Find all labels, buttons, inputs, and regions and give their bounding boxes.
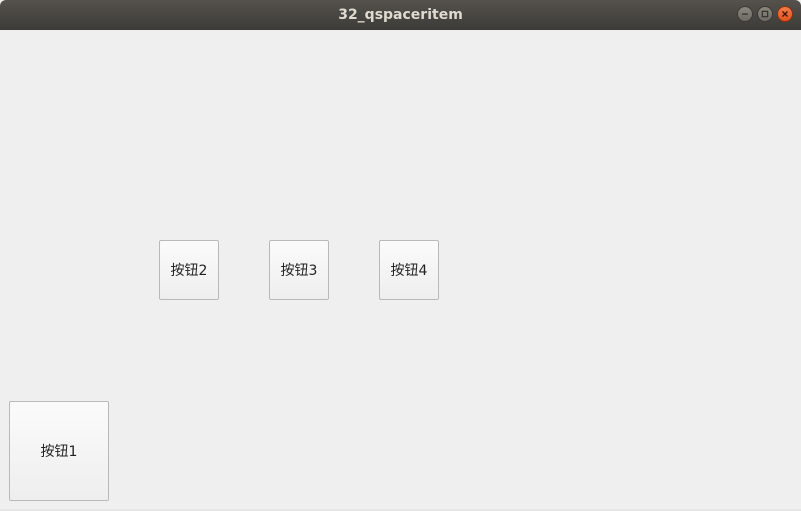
button-3[interactable]: 按钮3 bbox=[269, 240, 329, 300]
close-icon bbox=[782, 11, 788, 17]
button-1[interactable]: 按钮1 bbox=[9, 401, 109, 501]
window-title: 32_qspaceritem bbox=[338, 7, 463, 23]
app-window: 32_qspaceritem 按钮2 按钮3 按钮4 按钮1 bbox=[0, 0, 801, 511]
button-2[interactable]: 按钮2 bbox=[159, 240, 219, 300]
main-content: 按钮2 按钮3 按钮4 按钮1 bbox=[0, 30, 801, 511]
window-controls bbox=[737, 6, 793, 22]
minimize-button[interactable] bbox=[737, 6, 753, 22]
minimize-icon bbox=[742, 13, 748, 15]
maximize-icon bbox=[761, 10, 769, 18]
close-button[interactable] bbox=[777, 6, 793, 22]
button-4[interactable]: 按钮4 bbox=[379, 240, 439, 300]
title-bar[interactable]: 32_qspaceritem bbox=[0, 0, 801, 30]
maximize-button[interactable] bbox=[757, 6, 773, 22]
